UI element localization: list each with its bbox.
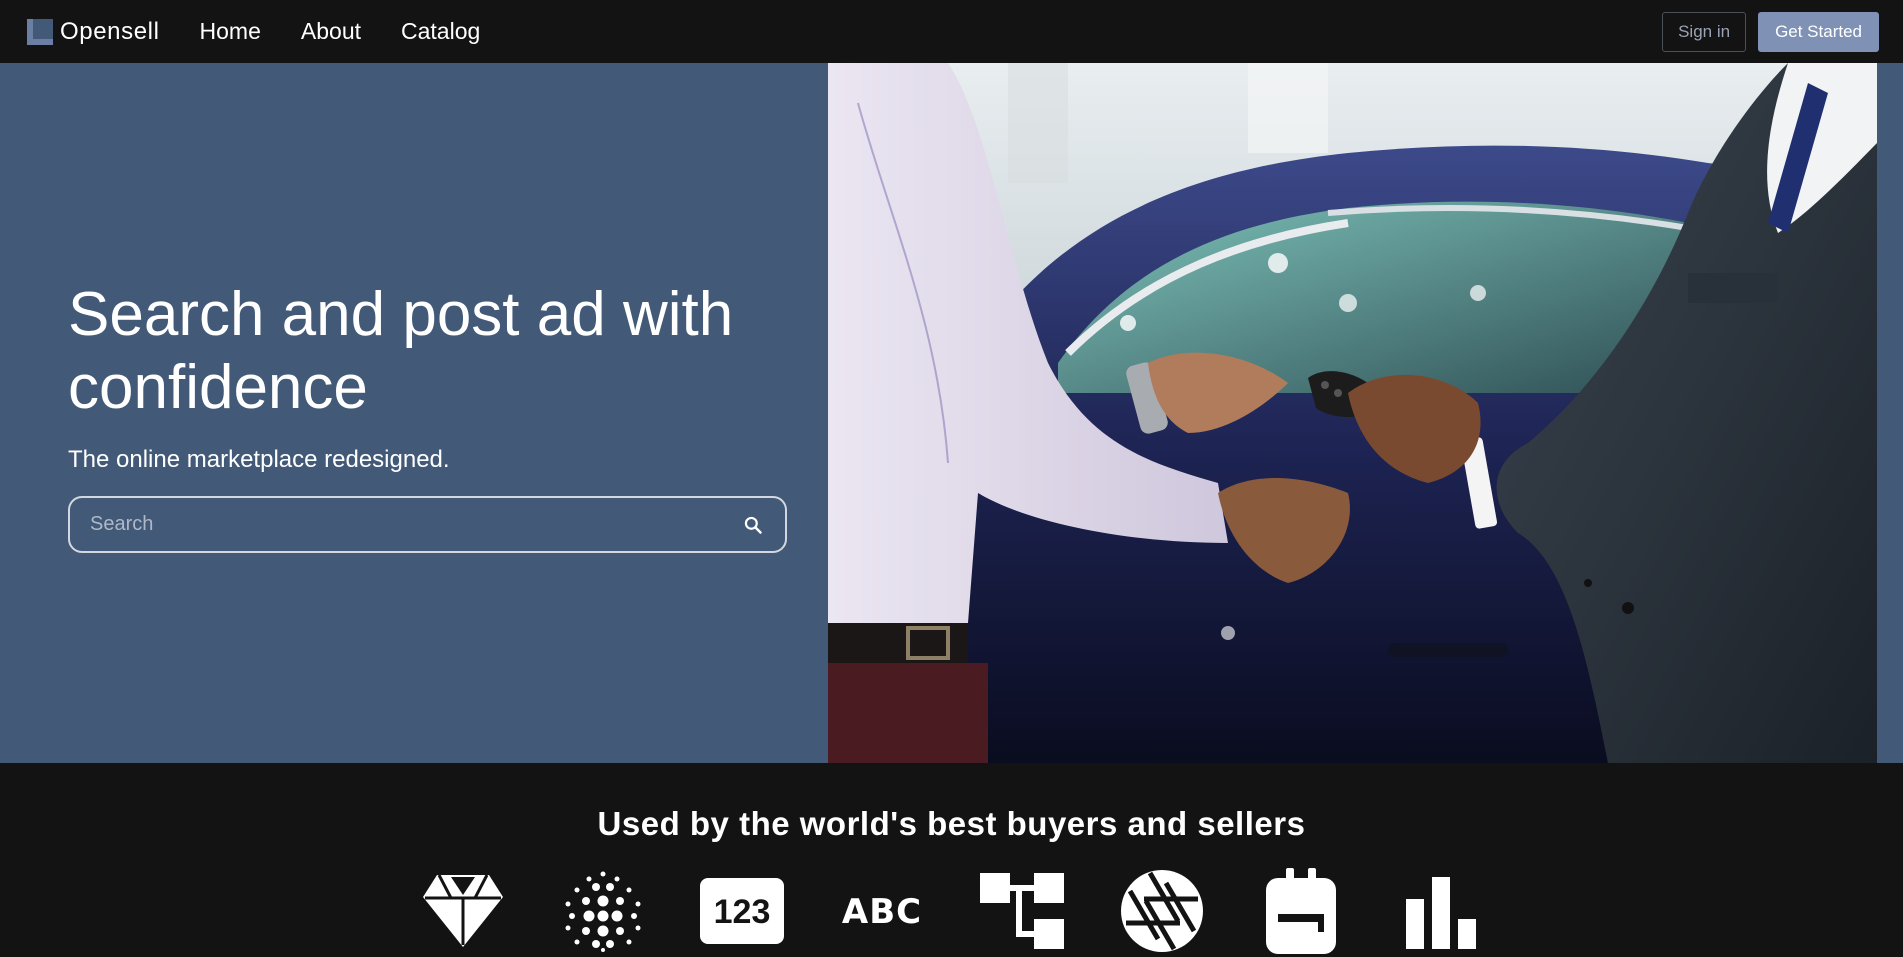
hero-subtitle: The online marketplace redesigned. [68,446,450,473]
nav-actions: Sign in Get Started [1662,11,1879,52]
letters-abc-icon: ABC [839,868,925,954]
trusted-by-section: Used by the world's best buyers and sell… [0,763,1903,957]
numbers-123-text: 123 [714,893,771,931]
main-nav: Home About Catalog [200,18,521,45]
hero-image [828,63,1877,763]
brand[interactable]: Opensell [24,16,160,48]
flowchart-icon [979,868,1065,954]
diamond-icon [420,868,506,954]
get-started-button[interactable]: Get Started [1758,11,1879,52]
bar-chart-icon [1398,868,1484,954]
search-icon[interactable] [741,513,765,537]
letters-abc-text: ABC [842,892,922,931]
nav-link-about[interactable]: About [301,18,361,45]
aperture-icon [1119,868,1205,954]
handshake-car-photo [828,63,1877,763]
hero-content: Search and post ad with confidence The o… [68,278,788,553]
search-input[interactable] [90,513,741,536]
nav-link-catalog[interactable]: Catalog [401,18,480,45]
backpack-icon [1258,868,1344,954]
opensell-logo-icon [27,18,53,45]
top-navbar: Opensell Home About Catalog Sign in Get … [0,0,1903,63]
search-box [68,496,787,553]
logo-row: 123 ABC [420,868,1484,954]
brand-name: Opensell [60,17,160,45]
logos-title: Used by the world's best buyers and sell… [597,805,1306,842]
numbers-123-icon: 123 [699,868,785,954]
dot-grid-icon [560,868,646,954]
hero-title: Search and post ad with confidence [68,280,734,422]
nav-link-home[interactable]: Home [200,18,261,45]
sign-in-button[interactable]: Sign in [1662,11,1747,52]
hero-section: Search and post ad with confidence The o… [0,63,1903,763]
